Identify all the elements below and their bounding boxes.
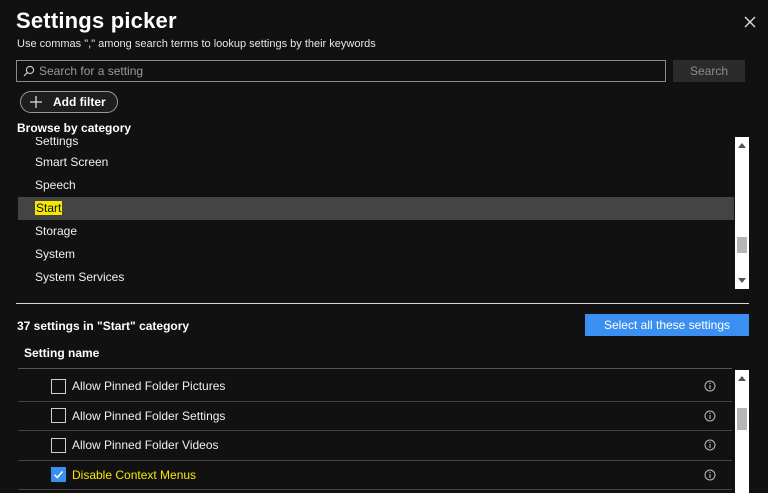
scrollbar-thumb[interactable] bbox=[737, 408, 747, 430]
info-icon[interactable] bbox=[704, 469, 716, 481]
settings-scrollbar[interactable] bbox=[735, 370, 749, 493]
search-button[interactable]: Search bbox=[673, 60, 745, 82]
setting-row[interactable]: Allow Pinned Folder Pictures bbox=[18, 372, 732, 402]
browse-category-label: Browse by category bbox=[17, 121, 132, 135]
setting-name: Allow Pinned Folder Pictures bbox=[72, 379, 226, 394]
setting-name: Allow Pinned Folder Settings bbox=[72, 408, 226, 423]
category-scrollbar[interactable] bbox=[735, 137, 749, 289]
checkmark-icon bbox=[53, 471, 64, 479]
select-all-button[interactable]: Select all these settings bbox=[585, 314, 749, 336]
setting-checkbox[interactable] bbox=[51, 408, 66, 424]
setting-name: Allow Pinned Folder Videos bbox=[72, 438, 219, 453]
dialog-title: Settings picker bbox=[16, 8, 177, 33]
category-item-start[interactable]: Start bbox=[18, 197, 734, 220]
scrollbar-thumb[interactable] bbox=[737, 237, 747, 253]
setting-checkbox-checked[interactable] bbox=[51, 467, 66, 483]
info-icon[interactable] bbox=[704, 410, 716, 422]
category-item-settings[interactable]: Settings bbox=[18, 137, 734, 151]
category-item-storage[interactable]: Storage bbox=[18, 220, 734, 243]
setting-name: Disable Context Menus bbox=[72, 467, 197, 482]
setting-row[interactable]: Disable Context Menus bbox=[18, 461, 732, 490]
scroll-up-icon[interactable] bbox=[738, 376, 746, 381]
header-divider bbox=[18, 368, 732, 369]
category-item-system[interactable]: System bbox=[18, 243, 734, 266]
add-filter-label: Add filter bbox=[53, 95, 106, 109]
search-field[interactable] bbox=[16, 60, 666, 82]
setting-checkbox[interactable] bbox=[51, 437, 66, 453]
category-item-speech[interactable]: Speech bbox=[18, 174, 734, 197]
category-item-system-services[interactable]: System Services bbox=[18, 266, 734, 289]
scroll-up-icon[interactable] bbox=[738, 143, 746, 148]
category-list: Settings Smart Screen Speech Start Stora… bbox=[18, 137, 734, 289]
settings-list: Allow Pinned Folder Pictures Allow Pinne… bbox=[18, 372, 732, 493]
section-divider bbox=[16, 303, 749, 304]
scroll-down-icon[interactable] bbox=[738, 278, 746, 283]
settings-count-label: 37 settings in "Start" category bbox=[17, 319, 190, 333]
setting-row[interactable]: Allow Pinned Folder Settings bbox=[18, 402, 732, 431]
close-icon[interactable] bbox=[742, 14, 758, 30]
category-item-smart-screen[interactable]: Smart Screen bbox=[18, 151, 734, 174]
setting-name-header: Setting name bbox=[24, 346, 100, 360]
add-filter-button[interactable]: Add filter bbox=[20, 91, 118, 113]
info-icon[interactable] bbox=[704, 380, 716, 392]
setting-row[interactable]: Allow Pinned Folder Videos bbox=[18, 431, 732, 461]
dialog-subtitle: Use commas "," among search terms to loo… bbox=[17, 38, 376, 50]
info-icon[interactable] bbox=[704, 439, 716, 451]
search-icon bbox=[23, 65, 35, 77]
search-input[interactable] bbox=[39, 64, 639, 78]
setting-checkbox[interactable] bbox=[51, 378, 66, 394]
plus-icon bbox=[30, 96, 42, 108]
